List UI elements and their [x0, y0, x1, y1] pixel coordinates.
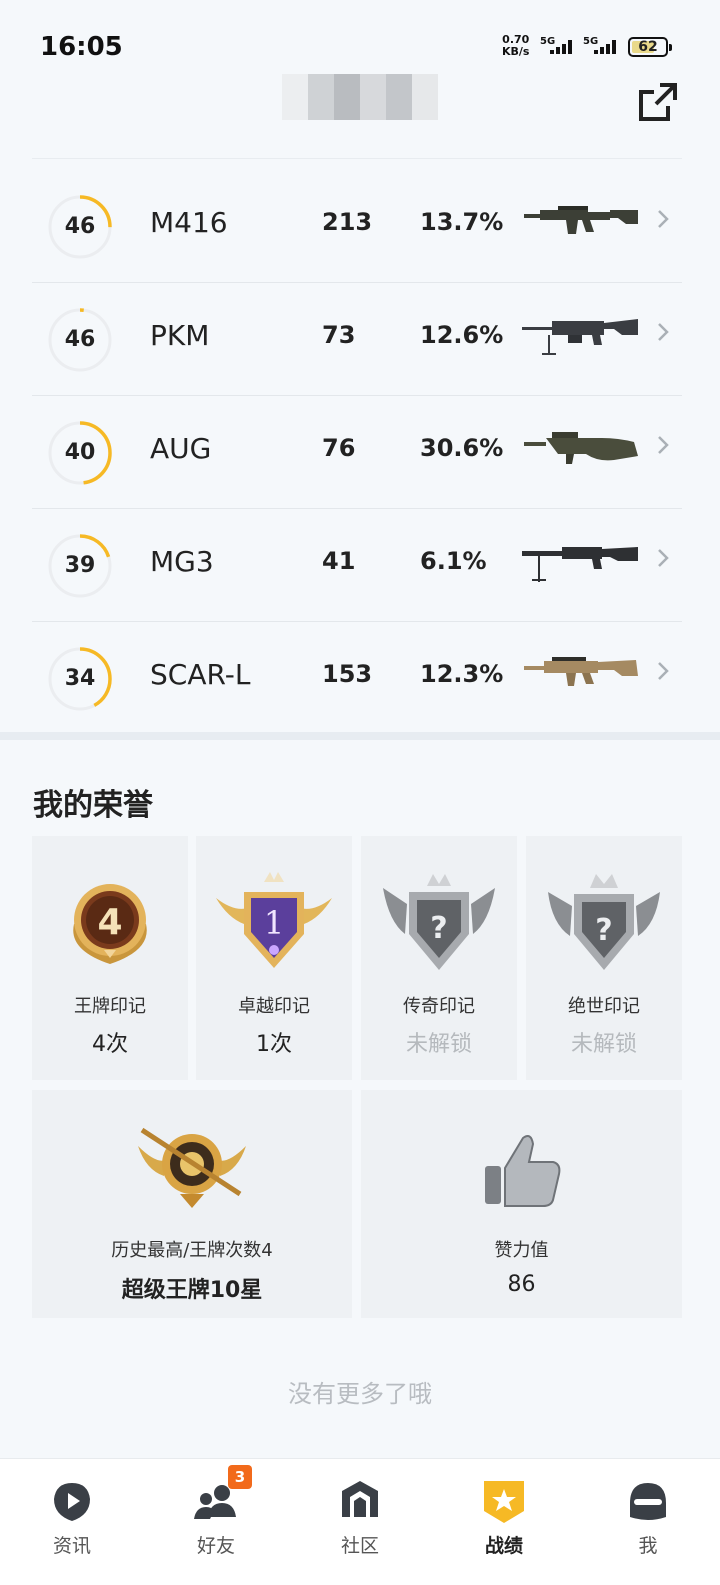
- helmet-profile-icon: [630, 1483, 666, 1520]
- share-export-icon[interactable]: [638, 82, 678, 122]
- weapon-row[interactable]: 40 AUG 76 30.6%: [32, 396, 682, 509]
- mark-value: 未解锁: [405, 1032, 472, 1057]
- weapon-row[interactable]: 39 MG3 41 6.1%: [32, 509, 682, 622]
- likes-value: 86: [507, 1272, 536, 1297]
- chevron-right-icon[interactable]: [656, 321, 670, 343]
- blurred-username: [282, 74, 438, 120]
- honor-card-excellence[interactable]: 1 卓越印记 1次: [196, 836, 352, 1080]
- highest-rank-label: 历史最高/王牌次数4: [111, 1240, 273, 1261]
- mg3-icon: [522, 547, 638, 582]
- tab-records[interactable]: 战绩: [432, 1459, 576, 1585]
- tab-label: 资讯: [52, 1535, 91, 1557]
- signal-bars-icon-2: [594, 40, 616, 54]
- mark-label: 绝世印记: [568, 996, 640, 1017]
- weapon-rate: 12.6%: [420, 321, 504, 349]
- chevron-right-icon[interactable]: [656, 547, 670, 569]
- scar-l-icon: [524, 657, 638, 686]
- weapon-level-ring: 40: [48, 421, 112, 485]
- peerless-mark-badge: ?: [548, 874, 660, 970]
- tab-label: 好友: [196, 1535, 235, 1557]
- weapon-name: M416: [150, 206, 228, 239]
- honor-section-title: 我的荣誉: [33, 788, 153, 823]
- weapon-level-ring: 46: [48, 308, 112, 372]
- tab-me[interactable]: 我: [576, 1459, 720, 1585]
- friends-badge: 3: [228, 1465, 252, 1489]
- svg-text:4: 4: [97, 902, 122, 943]
- highest-rank-value: 超级王牌10星: [121, 1278, 263, 1303]
- mark-value: 未解锁: [570, 1032, 637, 1057]
- weapon-rate: 13.7%: [420, 208, 504, 236]
- weapon-name: PKM: [150, 319, 210, 352]
- tab-label: 战绩: [484, 1535, 523, 1557]
- svg-text:1: 1: [264, 904, 284, 942]
- record-trophy-icon: [484, 1481, 524, 1523]
- weapon-kills: 153: [322, 660, 373, 688]
- likes-label: 赞力值: [494, 1240, 549, 1261]
- weapon-rate: 12.3%: [420, 660, 504, 688]
- honor-card-legend[interactable]: ? 传奇印记 未解锁: [361, 836, 517, 1080]
- weapon-level-ring: 46: [48, 195, 112, 259]
- m416-icon: [524, 206, 638, 234]
- mark-label: 传奇印记: [403, 996, 475, 1017]
- ace-mark-badge: 4: [73, 884, 147, 964]
- svg-text:?: ?: [595, 913, 612, 948]
- aug-icon: [524, 432, 638, 464]
- tab-friends[interactable]: 3 好友: [144, 1459, 288, 1585]
- weapon-row[interactable]: 46 PKM 73 12.6%: [32, 283, 682, 396]
- community-icon: [342, 1481, 378, 1517]
- likes-card[interactable]: 赞力值 86: [361, 1090, 682, 1318]
- weapon-name: MG3: [150, 545, 214, 578]
- weapon-name: AUG: [150, 432, 212, 465]
- highest-rank-card[interactable]: 历史最高/王牌次数4 超级王牌10星: [32, 1090, 352, 1318]
- weapon-name: SCAR-L: [150, 658, 251, 691]
- weapon-kills: 73: [322, 321, 356, 349]
- mark-value: 1次: [256, 1032, 292, 1057]
- weapon-row[interactable]: 34 SCAR-L 153 12.3%: [32, 622, 682, 734]
- weapon-level-ring: 34: [48, 647, 112, 711]
- legend-mark-badge: ?: [383, 874, 495, 970]
- chevron-right-icon[interactable]: [656, 208, 670, 230]
- mark-value: 4次: [92, 1032, 128, 1057]
- weapon-level-ring: 39: [48, 534, 112, 598]
- honor-card-ace[interactable]: 4 王牌印记 4次: [32, 836, 188, 1080]
- tab-news[interactable]: 资讯: [0, 1459, 144, 1585]
- weapon-kills: 76: [322, 434, 356, 462]
- tab-label: 社区: [340, 1535, 379, 1557]
- network-speed: 0.70 KB/s: [502, 33, 530, 58]
- weapon-kills: 213: [322, 208, 373, 236]
- weapon-kills: 41: [322, 547, 356, 575]
- news-play-icon: [54, 1483, 90, 1521]
- pkm-icon: [522, 319, 638, 355]
- section-divider: [0, 732, 720, 740]
- super-ace-rank-badge: [138, 1127, 246, 1208]
- tab-community[interactable]: 社区: [288, 1459, 432, 1585]
- weapon-row[interactable]: 46 M416 213 13.7%: [32, 170, 682, 283]
- mark-label: 王牌印记: [74, 996, 146, 1017]
- battery-icon: 62: [628, 37, 672, 57]
- clock: 16:05: [40, 32, 123, 62]
- bottom-tab-bar: 资讯 3 好友 社区 战绩 我: [0, 1458, 720, 1585]
- excellence-mark-badge: 1: [216, 872, 332, 968]
- list-divider: [32, 158, 682, 159]
- thumbs-up-icon: [485, 1135, 561, 1207]
- signal-bars-icon: [550, 40, 572, 54]
- svg-text:?: ?: [430, 911, 447, 946]
- no-more-hint: 没有更多了哦: [288, 1380, 432, 1408]
- weapon-rate: 30.6%: [420, 434, 504, 462]
- chevron-right-icon[interactable]: [656, 434, 670, 456]
- tab-label: 我: [638, 1535, 658, 1557]
- weapon-rate: 6.1%: [420, 547, 487, 575]
- honor-card-peerless[interactable]: ? 绝世印记 未解锁: [526, 836, 682, 1080]
- chevron-right-icon[interactable]: [656, 660, 670, 682]
- mark-label: 卓越印记: [238, 996, 310, 1017]
